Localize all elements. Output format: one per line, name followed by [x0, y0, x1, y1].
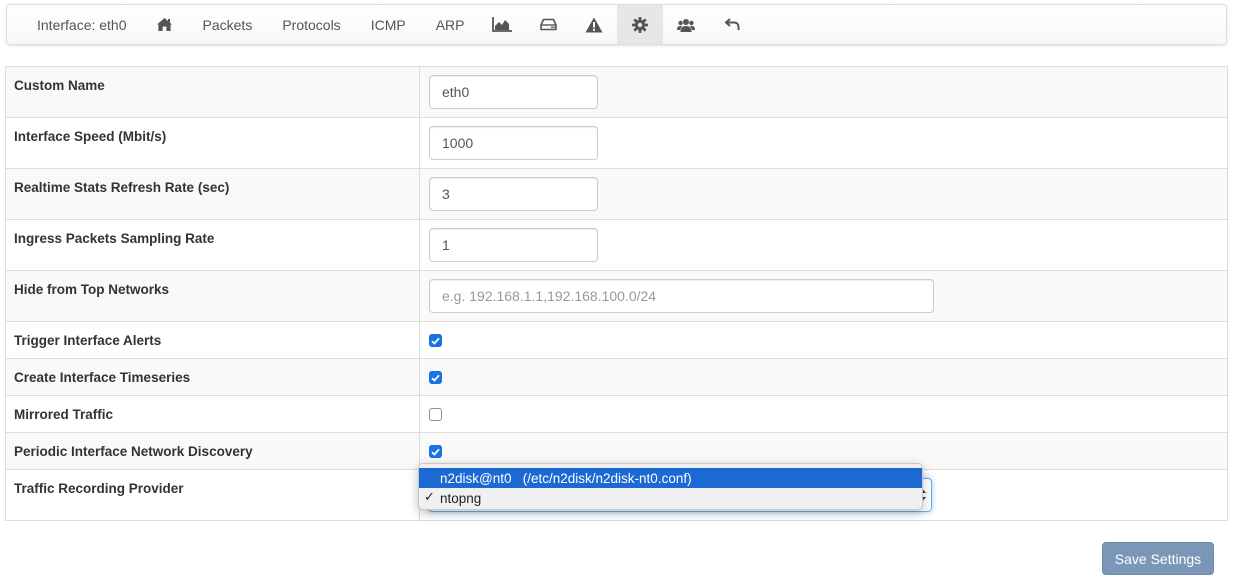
- save-settings-label: Save Settings: [1114, 550, 1202, 567]
- create-timeseries-checkbox[interactable]: [429, 371, 442, 384]
- setting-row-hide-networks: Hide from Top Networks e.g. 192.168.1.1,…: [5, 270, 1228, 322]
- hide-networks-input[interactable]: e.g. 192.168.1.1,192.168.100.0/24: [429, 279, 934, 313]
- setting-label: Traffic Recording Provider: [5, 469, 420, 521]
- nav-settings[interactable]: [617, 5, 664, 44]
- setting-value-cell: 3: [419, 168, 1228, 220]
- setting-row-sampling-rate: Ingress Packets Sampling Rate 1: [5, 219, 1228, 271]
- checkmark-icon: [431, 374, 440, 382]
- nav-icmp-label: ICMP: [370, 16, 406, 33]
- warning-icon: [585, 17, 603, 33]
- setting-row-custom-name: Custom Name eth0: [5, 66, 1228, 118]
- sampling-rate-value: 1: [442, 237, 450, 253]
- dropdown-option-label: ntopng: [440, 490, 482, 506]
- setting-row-create-timeseries: Create Interface Timeseries: [5, 358, 1228, 396]
- setting-label: Interface Speed (Mbit/s): [5, 117, 420, 169]
- nav-back[interactable]: [709, 5, 755, 44]
- setting-label: Trigger Interface Alerts: [5, 321, 420, 359]
- setting-label: Create Interface Timeseries: [5, 358, 420, 396]
- nav-arp-label: ARP: [435, 16, 465, 33]
- setting-label: Periodic Interface Network Discovery: [5, 432, 420, 470]
- setting-value-cell: eth0: [419, 66, 1228, 118]
- setting-value-cell: [419, 358, 1228, 396]
- setting-value-cell: [419, 395, 1228, 433]
- interface-settings-table: Custom Name eth0 Interface Speed (Mbit/s…: [5, 66, 1228, 521]
- setting-label: Realtime Stats Refresh Rate (sec): [5, 168, 420, 220]
- dropdown-option-n2disk[interactable]: n2disk@nt0 (/etc/n2disk/n2disk-nt0.conf): [419, 468, 922, 488]
- nav-arp[interactable]: ARP: [421, 5, 480, 44]
- hide-networks-placeholder: e.g. 192.168.1.1,192.168.100.0/24: [442, 288, 657, 304]
- save-settings-button[interactable]: Save Settings: [1102, 542, 1214, 575]
- area-chart-icon: [492, 17, 513, 32]
- nav-users[interactable]: [663, 5, 709, 44]
- setting-value-cell: e.g. 192.168.1.1,192.168.100.0/24: [419, 270, 1228, 322]
- checkmark-icon: [431, 337, 440, 345]
- setting-label: Hide from Top Networks: [5, 270, 420, 322]
- undo-icon: [724, 18, 740, 31]
- home-icon: [156, 17, 173, 32]
- checkmark-icon: [431, 448, 440, 456]
- nav-home[interactable]: [142, 5, 188, 44]
- mirrored-traffic-checkbox[interactable]: [429, 408, 442, 421]
- refresh-rate-input[interactable]: 3: [429, 177, 598, 211]
- nav-alerts[interactable]: [571, 5, 617, 44]
- nav-packets[interactable]: Packets: [188, 5, 268, 44]
- sampling-rate-input[interactable]: 1: [429, 228, 598, 262]
- dropdown-option-ntopng[interactable]: ✓ ntopng: [419, 488, 922, 508]
- nav-icmp[interactable]: ICMP: [356, 5, 421, 44]
- nav-protocols-label: Protocols: [282, 16, 341, 33]
- setting-value-cell: [419, 321, 1228, 359]
- setting-label: Custom Name: [5, 66, 420, 118]
- custom-name-value: eth0: [442, 84, 470, 100]
- users-icon: [677, 18, 696, 32]
- refresh-rate-value: 3: [442, 186, 450, 202]
- recording-provider-dropdown: n2disk@nt0 (/etc/n2disk/n2disk-nt0.conf)…: [418, 463, 923, 510]
- nav-protocols[interactable]: Protocols: [267, 5, 355, 44]
- setting-label: Ingress Packets Sampling Rate: [5, 219, 420, 271]
- gear-icon: [632, 16, 649, 33]
- setting-row-trigger-alerts: Trigger Interface Alerts: [5, 321, 1228, 359]
- custom-name-input[interactable]: eth0: [429, 75, 598, 109]
- interface-speed-input[interactable]: 1000: [429, 126, 598, 160]
- setting-row-refresh-rate: Realtime Stats Refresh Rate (sec) 3: [5, 168, 1228, 220]
- nav-interface-label: Interface: eth0: [37, 16, 127, 33]
- network-discovery-checkbox[interactable]: [429, 445, 442, 458]
- nav-disk[interactable]: [525, 5, 571, 44]
- nav-charts[interactable]: [479, 5, 525, 44]
- setting-row-interface-speed: Interface Speed (Mbit/s) 1000: [5, 117, 1228, 169]
- trigger-alerts-checkbox[interactable]: [429, 334, 442, 347]
- interface-speed-value: 1000: [442, 135, 474, 151]
- setting-value-cell: 1: [419, 219, 1228, 271]
- nav-packets-label: Packets: [202, 16, 253, 33]
- setting-row-mirrored-traffic: Mirrored Traffic: [5, 395, 1228, 433]
- setting-value-cell: 1000: [419, 117, 1228, 169]
- setting-label: Mirrored Traffic: [5, 395, 420, 433]
- interface-navbar: Interface: eth0 Packets Protocols ICMP A…: [6, 4, 1227, 45]
- nav-interface-name[interactable]: Interface: eth0: [22, 5, 142, 44]
- check-icon: ✓: [424, 489, 435, 504]
- dropdown-option-label: n2disk@nt0 (/etc/n2disk/n2disk-nt0.conf): [440, 470, 692, 486]
- hard-drive-icon: [540, 18, 557, 31]
